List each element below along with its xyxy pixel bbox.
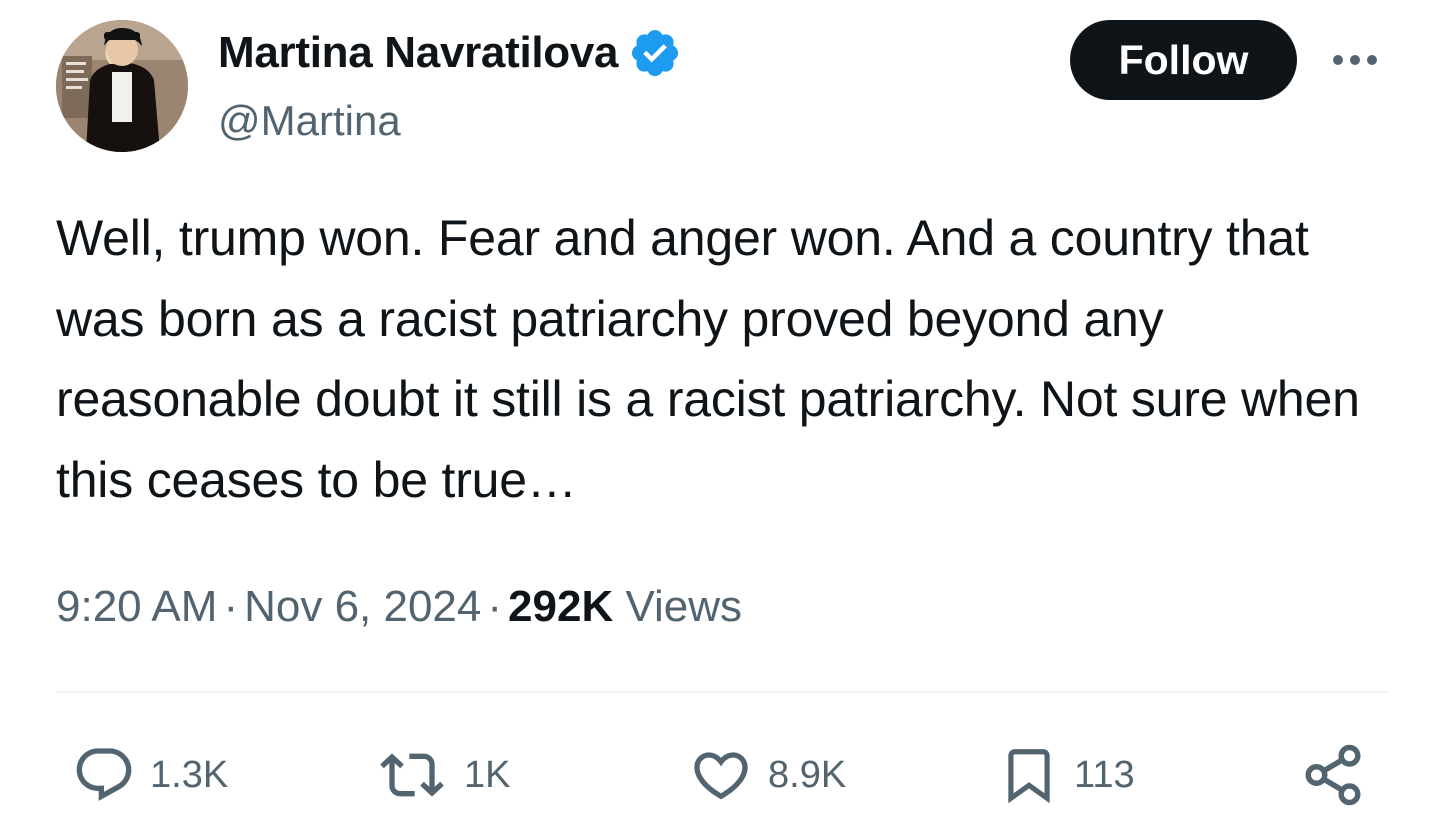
follow-button[interactable]: Follow [1070,20,1297,100]
tweet-text: Well, trump won. Fear and anger won. And… [56,210,1360,508]
tweet-meta: 9:20 AM · Nov 6, 2024 · 292K Views [56,580,742,634]
heart-icon [694,752,748,800]
bookmark-button[interactable]: 113 [998,742,1135,808]
reply-button[interactable]: 1.3K [72,742,228,808]
more-dot [1367,55,1377,65]
avatar[interactable] [56,20,188,152]
tweet-time[interactable]: 9:20 AM [56,582,217,631]
views-count[interactable]: 292K [508,582,613,631]
like-count: 8.9K [768,754,847,796]
author-display-name[interactable]: Martina Navratilova [218,26,619,80]
meta-separator: · [223,582,239,631]
repost-icon [380,753,444,797]
repost-button[interactable]: 1K [374,742,510,808]
reply-count: 1.3K [150,754,229,796]
avatar-image [56,20,188,152]
more-dot [1333,55,1343,65]
verified-badge-icon [632,29,679,77]
views-label: Views [625,582,743,631]
bookmark-count: 113 [1074,754,1135,796]
like-button[interactable]: 8.9K [688,742,846,808]
divider [56,691,1388,693]
share-icon [1305,744,1361,806]
share-button[interactable] [1300,742,1366,808]
meta-separator: · [487,582,503,631]
reply-icon [76,748,132,801]
repost-count: 1K [464,754,511,796]
author-name-row[interactable]: Martina Navratilova [218,26,682,80]
tweet-date[interactable]: Nov 6, 2024 [244,582,481,631]
author-handle[interactable]: @Martina [218,96,401,146]
bookmark-icon [1008,749,1050,804]
more-dot [1350,55,1360,65]
more-dots-icon[interactable] [1326,44,1384,76]
